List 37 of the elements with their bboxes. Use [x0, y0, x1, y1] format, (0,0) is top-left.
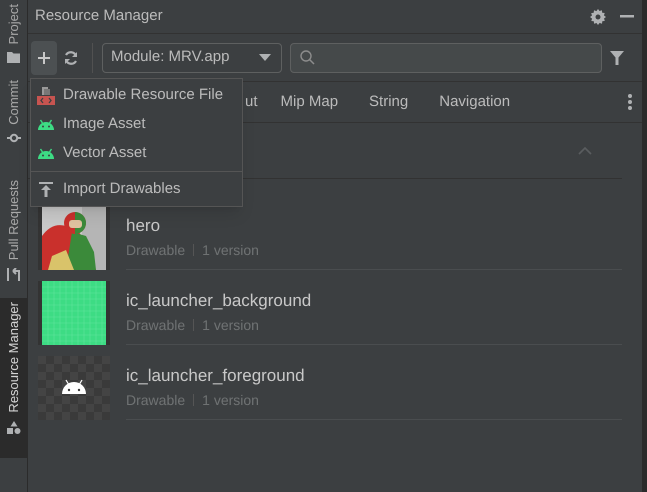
android-thumbnail	[38, 356, 110, 420]
resource-tab[interactable]: ut	[245, 90, 258, 114]
android-icon	[36, 119, 54, 130]
resource-tab[interactable]: Mip Map	[280, 90, 338, 114]
menu-item[interactable]: Drawable Resource File	[31, 81, 242, 110]
file-code-icon	[36, 86, 54, 104]
more-options-icon[interactable]	[628, 94, 632, 110]
shapes-icon	[6, 420, 20, 434]
resource-name: hero	[126, 214, 162, 236]
resource-name: ic_launcher_background	[126, 290, 312, 312]
side-tab[interactable]: Resource Manager	[0, 298, 27, 458]
filter-icon[interactable]	[610, 50, 624, 64]
folder-icon	[7, 52, 20, 64]
menu-item[interactable]: Import Drawables	[31, 175, 242, 204]
side-tab[interactable]: Commit	[0, 76, 27, 176]
module-dropdown[interactable]: Module: MRV.app	[102, 42, 282, 72]
panel-title: Resource Manager	[35, 6, 163, 26]
dropdown-arrow-icon	[259, 54, 271, 61]
search-icon	[300, 50, 315, 65]
plus-icon	[38, 52, 50, 64]
settings-icon[interactable]	[590, 8, 606, 24]
menu-item[interactable]: Image Asset	[31, 110, 242, 139]
refresh-icon	[63, 50, 79, 66]
side-tab[interactable]: Pull Requests	[0, 176, 27, 292]
upload-icon	[38, 182, 52, 197]
resource-tab[interactable]: Navigation	[439, 90, 510, 114]
grid-thumbnail	[42, 280, 106, 344]
android-icon	[36, 148, 54, 159]
pull-request-icon	[6, 268, 20, 282]
resource-tab[interactable]: String	[369, 90, 408, 114]
search-field[interactable]	[290, 42, 602, 72]
commit-icon	[6, 132, 20, 143]
resource-name: ic_launcher_foreground	[126, 364, 306, 386]
add-button[interactable]	[31, 40, 57, 74]
minimize-icon[interactable]	[620, 15, 634, 18]
menu-item[interactable]: Vector Asset	[31, 139, 242, 168]
side-tab[interactable]: Project	[0, 0, 27, 76]
